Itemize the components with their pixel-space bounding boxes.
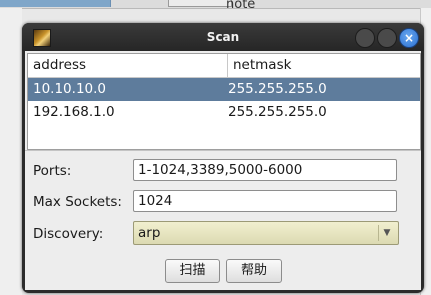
ports-label: Ports: xyxy=(33,163,72,179)
maximize-icon[interactable] xyxy=(377,28,397,48)
discovery-label: Discovery: xyxy=(33,226,104,242)
close-icon[interactable]: × xyxy=(399,28,419,48)
divider xyxy=(25,150,421,151)
discovery-select[interactable]: arp ▼ xyxy=(133,221,399,245)
background-panel-left xyxy=(0,8,22,295)
table-row[interactable]: 192.168.1.0 255.255.255.0 xyxy=(28,101,420,124)
column-header-netmask[interactable]: netmask xyxy=(228,54,423,77)
dialog-body: address netmask 10.10.10.0 255.255.255.0… xyxy=(25,51,421,290)
column-header-address[interactable]: address xyxy=(28,54,228,77)
cell-address: 10.10.10.0 xyxy=(33,81,106,97)
discovery-value: arp xyxy=(138,225,161,241)
table-header: address netmask xyxy=(28,54,420,78)
table-row[interactable]: 10.10.10.0 255.255.255.0 xyxy=(28,78,420,101)
cell-netmask: 255.255.255.0 xyxy=(228,104,327,120)
help-button[interactable]: 帮助 xyxy=(226,259,282,283)
cell-netmask: 255.255.255.0 xyxy=(228,81,327,97)
cell-address: 192.168.1.0 xyxy=(33,104,115,120)
scan-dialog: Scan × address netmask 10.10.10.0 255.25… xyxy=(22,23,424,293)
network-table: address netmask 10.10.10.0 255.255.255.0… xyxy=(27,53,421,150)
max-sockets-field[interactable]: 1024 xyxy=(133,190,397,212)
background-tab-selected[interactable] xyxy=(0,0,111,7)
minimize-icon[interactable] xyxy=(355,28,375,48)
dropdown-arrow-icon[interactable]: ▼ xyxy=(378,225,395,241)
background-note-label: note xyxy=(226,0,256,12)
max-sockets-label: Max Sockets: xyxy=(33,194,122,210)
ports-field[interactable]: 1-1024,3389,5000-6000 xyxy=(133,159,397,181)
scan-button[interactable]: 扫描 xyxy=(165,259,220,283)
background-tab[interactable] xyxy=(168,0,232,7)
dialog-titlebar[interactable]: Scan × xyxy=(22,23,424,51)
